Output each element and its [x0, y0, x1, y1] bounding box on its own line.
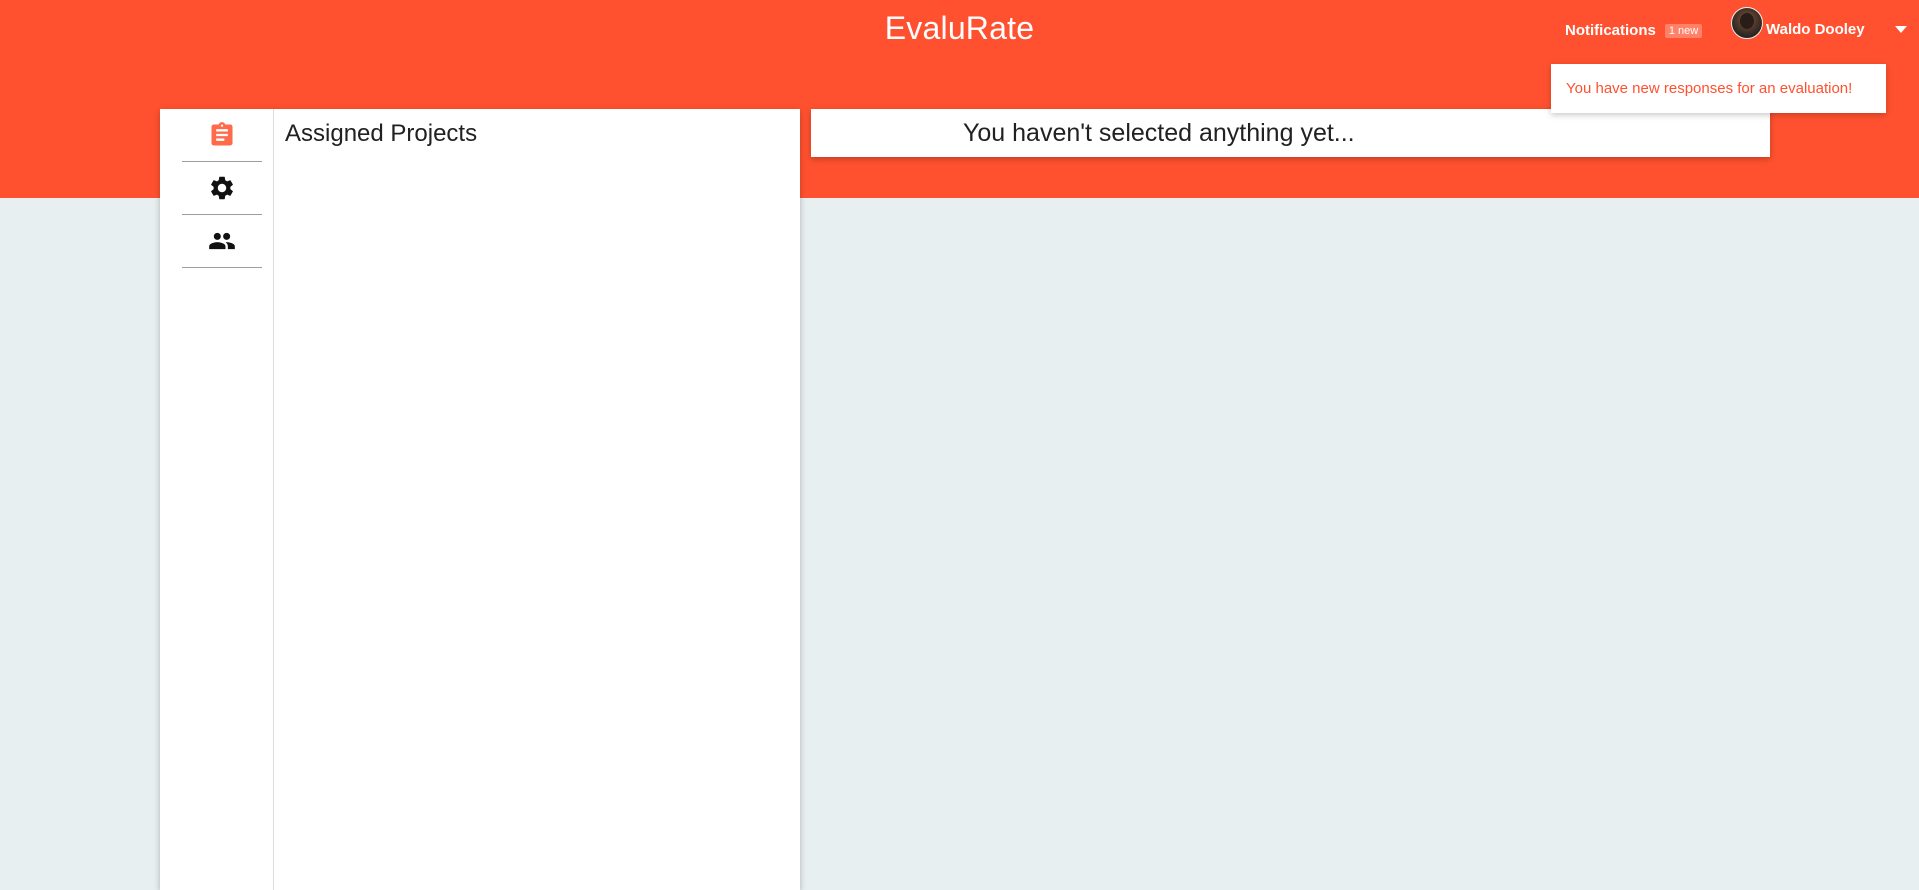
detail-card: You haven't selected anything yet... [811, 109, 1770, 157]
toast-message: You have new responses for an evaluation… [1566, 80, 1853, 97]
clipboard-icon [211, 122, 233, 146]
notifications-label: Notifications [1565, 22, 1656, 39]
user-menu[interactable]: Waldo Dooley [1731, 5, 1907, 41]
projects-panel: Assigned Projects [160, 109, 800, 890]
empty-state-message: You haven't selected anything yet... [963, 119, 1355, 147]
nav-rail [160, 109, 274, 890]
avatar [1731, 7, 1763, 39]
notifications-link[interactable]: Notifications 1 new [1565, 22, 1703, 39]
gear-icon [211, 176, 233, 200]
sidebar-item-people[interactable] [182, 215, 262, 268]
notifications-badge: 1 new [1664, 23, 1703, 38]
people-icon [209, 232, 235, 250]
panel-title: Assigned Projects [285, 120, 478, 147]
app-root: EvaluRate Notifications 1 new Waldo Dool… [0, 0, 1919, 890]
sidebar-item-projects[interactable] [182, 109, 262, 162]
notification-toast[interactable]: You have new responses for an evaluation… [1551, 64, 1886, 113]
user-name: Waldo Dooley [1766, 20, 1865, 38]
caret-down-icon[interactable] [1894, 25, 1907, 33]
sidebar-item-settings[interactable] [182, 162, 262, 215]
